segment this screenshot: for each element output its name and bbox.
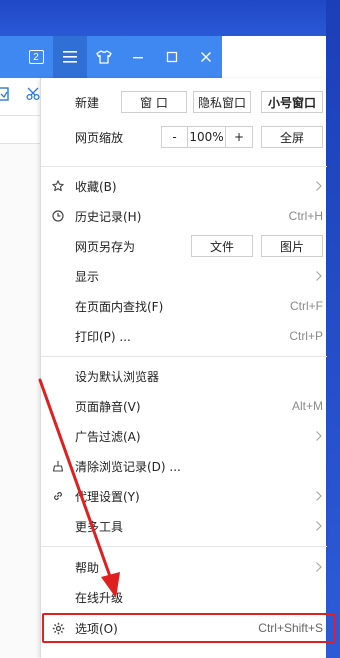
chevron-right-icon <box>316 181 322 191</box>
broom-icon <box>51 459 65 473</box>
menu-separator <box>41 546 327 547</box>
menu-item-label: 帮助 <box>75 560 100 575</box>
fullscreen-button[interactable]: 全屏 <box>261 126 323 148</box>
hamburger-icon <box>63 51 77 63</box>
menu-item-proxy[interactable]: 代理设置(Y) <box>41 481 327 511</box>
menu-item-label: 在页面内查找(F) <box>75 299 164 314</box>
tab-count-badge: 2 <box>28 50 44 64</box>
main-menu-dropdown: 新建 窗 口 隐私窗口 小号窗口 网页缩放 - 100% + 全屏 收藏(B) … <box>40 78 327 658</box>
menu-item-label: 在线升级 <box>75 590 124 605</box>
menu-item-upgrade[interactable]: 在线升级 <box>41 582 327 612</box>
desktop-background <box>0 0 340 36</box>
menu-item-label: 设为默认浏览器 <box>75 369 160 384</box>
menu-item-label: 代理设置(Y) <box>75 489 140 504</box>
menu-item-label: 清除浏览记录(D) ... <box>75 459 181 474</box>
menu-item-save-as: 网页另存为 文件 图片 <box>41 231 327 261</box>
star-icon <box>51 179 65 193</box>
menu-item-label: 选项(O) <box>75 621 118 636</box>
tab-count-button[interactable]: 2 <box>19 36 53 78</box>
menu-row-new: 新建 窗 口 隐私窗口 小号窗口 <box>41 87 327 117</box>
menu-item-label: 历史记录(H) <box>75 209 142 224</box>
menu-item-print[interactable]: 打印(P) ... Ctrl+P <box>41 321 327 351</box>
menu-item-shortcut: Ctrl+P <box>289 329 323 343</box>
menu-new-label: 新建 <box>75 95 100 110</box>
menu-item-label: 网页另存为 <box>75 239 136 254</box>
menu-item-label: 广告过滤(A) <box>75 429 141 444</box>
menu-row-zoom: 网页缩放 - 100% + 全屏 <box>41 122 327 152</box>
chevron-right-icon <box>316 271 322 281</box>
menu-item-ad-filter[interactable]: 广告过滤(A) <box>41 421 327 451</box>
menu-item-label: 打印(P) ... <box>75 329 131 344</box>
menu-item-history[interactable]: 历史记录(H) Ctrl+H <box>41 201 327 231</box>
zoom-out-button[interactable]: - <box>162 127 188 147</box>
zoom-value: 100% <box>188 127 226 147</box>
menu-item-find[interactable]: 在页面内查找(F) Ctrl+F <box>41 291 327 321</box>
close-icon <box>201 52 211 62</box>
link-icon <box>51 489 65 503</box>
minimize-icon <box>133 57 143 59</box>
menu-item-mute[interactable]: 页面静音(V) Alt+M <box>41 391 327 421</box>
chevron-right-icon <box>316 491 322 501</box>
chevron-right-icon <box>316 521 322 531</box>
small-window-button[interactable]: 小号窗口 <box>261 91 323 113</box>
minimize-button[interactable] <box>121 36 155 78</box>
zoom-control: - 100% + <box>161 126 253 148</box>
gear-icon <box>51 621 65 635</box>
menu-separator <box>41 166 327 167</box>
new-window-button[interactable]: 窗 口 <box>121 91 187 113</box>
menu-item-clear-data[interactable]: 清除浏览记录(D) ... <box>41 451 327 481</box>
menu-item-label: 显示 <box>75 269 100 284</box>
page-content-sliver <box>0 78 40 658</box>
menu-item-help[interactable]: 帮助 <box>41 552 327 582</box>
desktop-background-right <box>326 0 340 658</box>
page-address-row <box>0 116 40 144</box>
page-toolbar <box>0 78 40 116</box>
menu-item-label: 收藏(B) <box>75 179 117 194</box>
menu-item-shortcut: Alt+M <box>291 399 323 413</box>
close-button[interactable] <box>189 36 223 78</box>
maximize-icon <box>166 51 178 63</box>
screenshot-icon[interactable] <box>0 87 10 101</box>
save-as-image-button[interactable]: 图片 <box>261 235 323 257</box>
menu-item-default-browser[interactable]: 设为默认浏览器 <box>41 361 327 391</box>
shirt-icon <box>96 50 112 64</box>
save-as-file-button[interactable]: 文件 <box>191 235 253 257</box>
clock-icon <box>51 209 65 223</box>
chevron-right-icon <box>316 562 322 572</box>
menu-item-shortcut: Ctrl+Shift+S <box>258 621 323 635</box>
maximize-button[interactable] <box>155 36 189 78</box>
chevron-right-icon <box>316 431 322 441</box>
menu-item-display[interactable]: 显示 <box>41 261 327 291</box>
menu-item-options[interactable]: 选项(O) Ctrl+Shift+S <box>41 613 327 643</box>
menu-item-shortcut: Ctrl+F <box>290 299 323 313</box>
scissors-icon[interactable] <box>26 87 40 101</box>
menu-item-favorites[interactable]: 收藏(B) <box>41 171 327 201</box>
menu-item-label: 更多工具 <box>75 519 124 534</box>
menu-zoom-label: 网页缩放 <box>75 130 124 145</box>
skin-button[interactable] <box>87 36 121 78</box>
private-window-button[interactable]: 隐私窗口 <box>193 91 251 113</box>
menu-separator <box>41 356 327 357</box>
browser-titlebar: 2 <box>0 36 222 78</box>
menu-item-more-tools[interactable]: 更多工具 <box>41 511 327 541</box>
zoom-in-button[interactable]: + <box>226 127 252 147</box>
main-menu-button[interactable] <box>53 36 87 78</box>
menu-item-shortcut: Ctrl+H <box>288 209 323 223</box>
menu-item-label: 页面静音(V) <box>75 399 141 414</box>
